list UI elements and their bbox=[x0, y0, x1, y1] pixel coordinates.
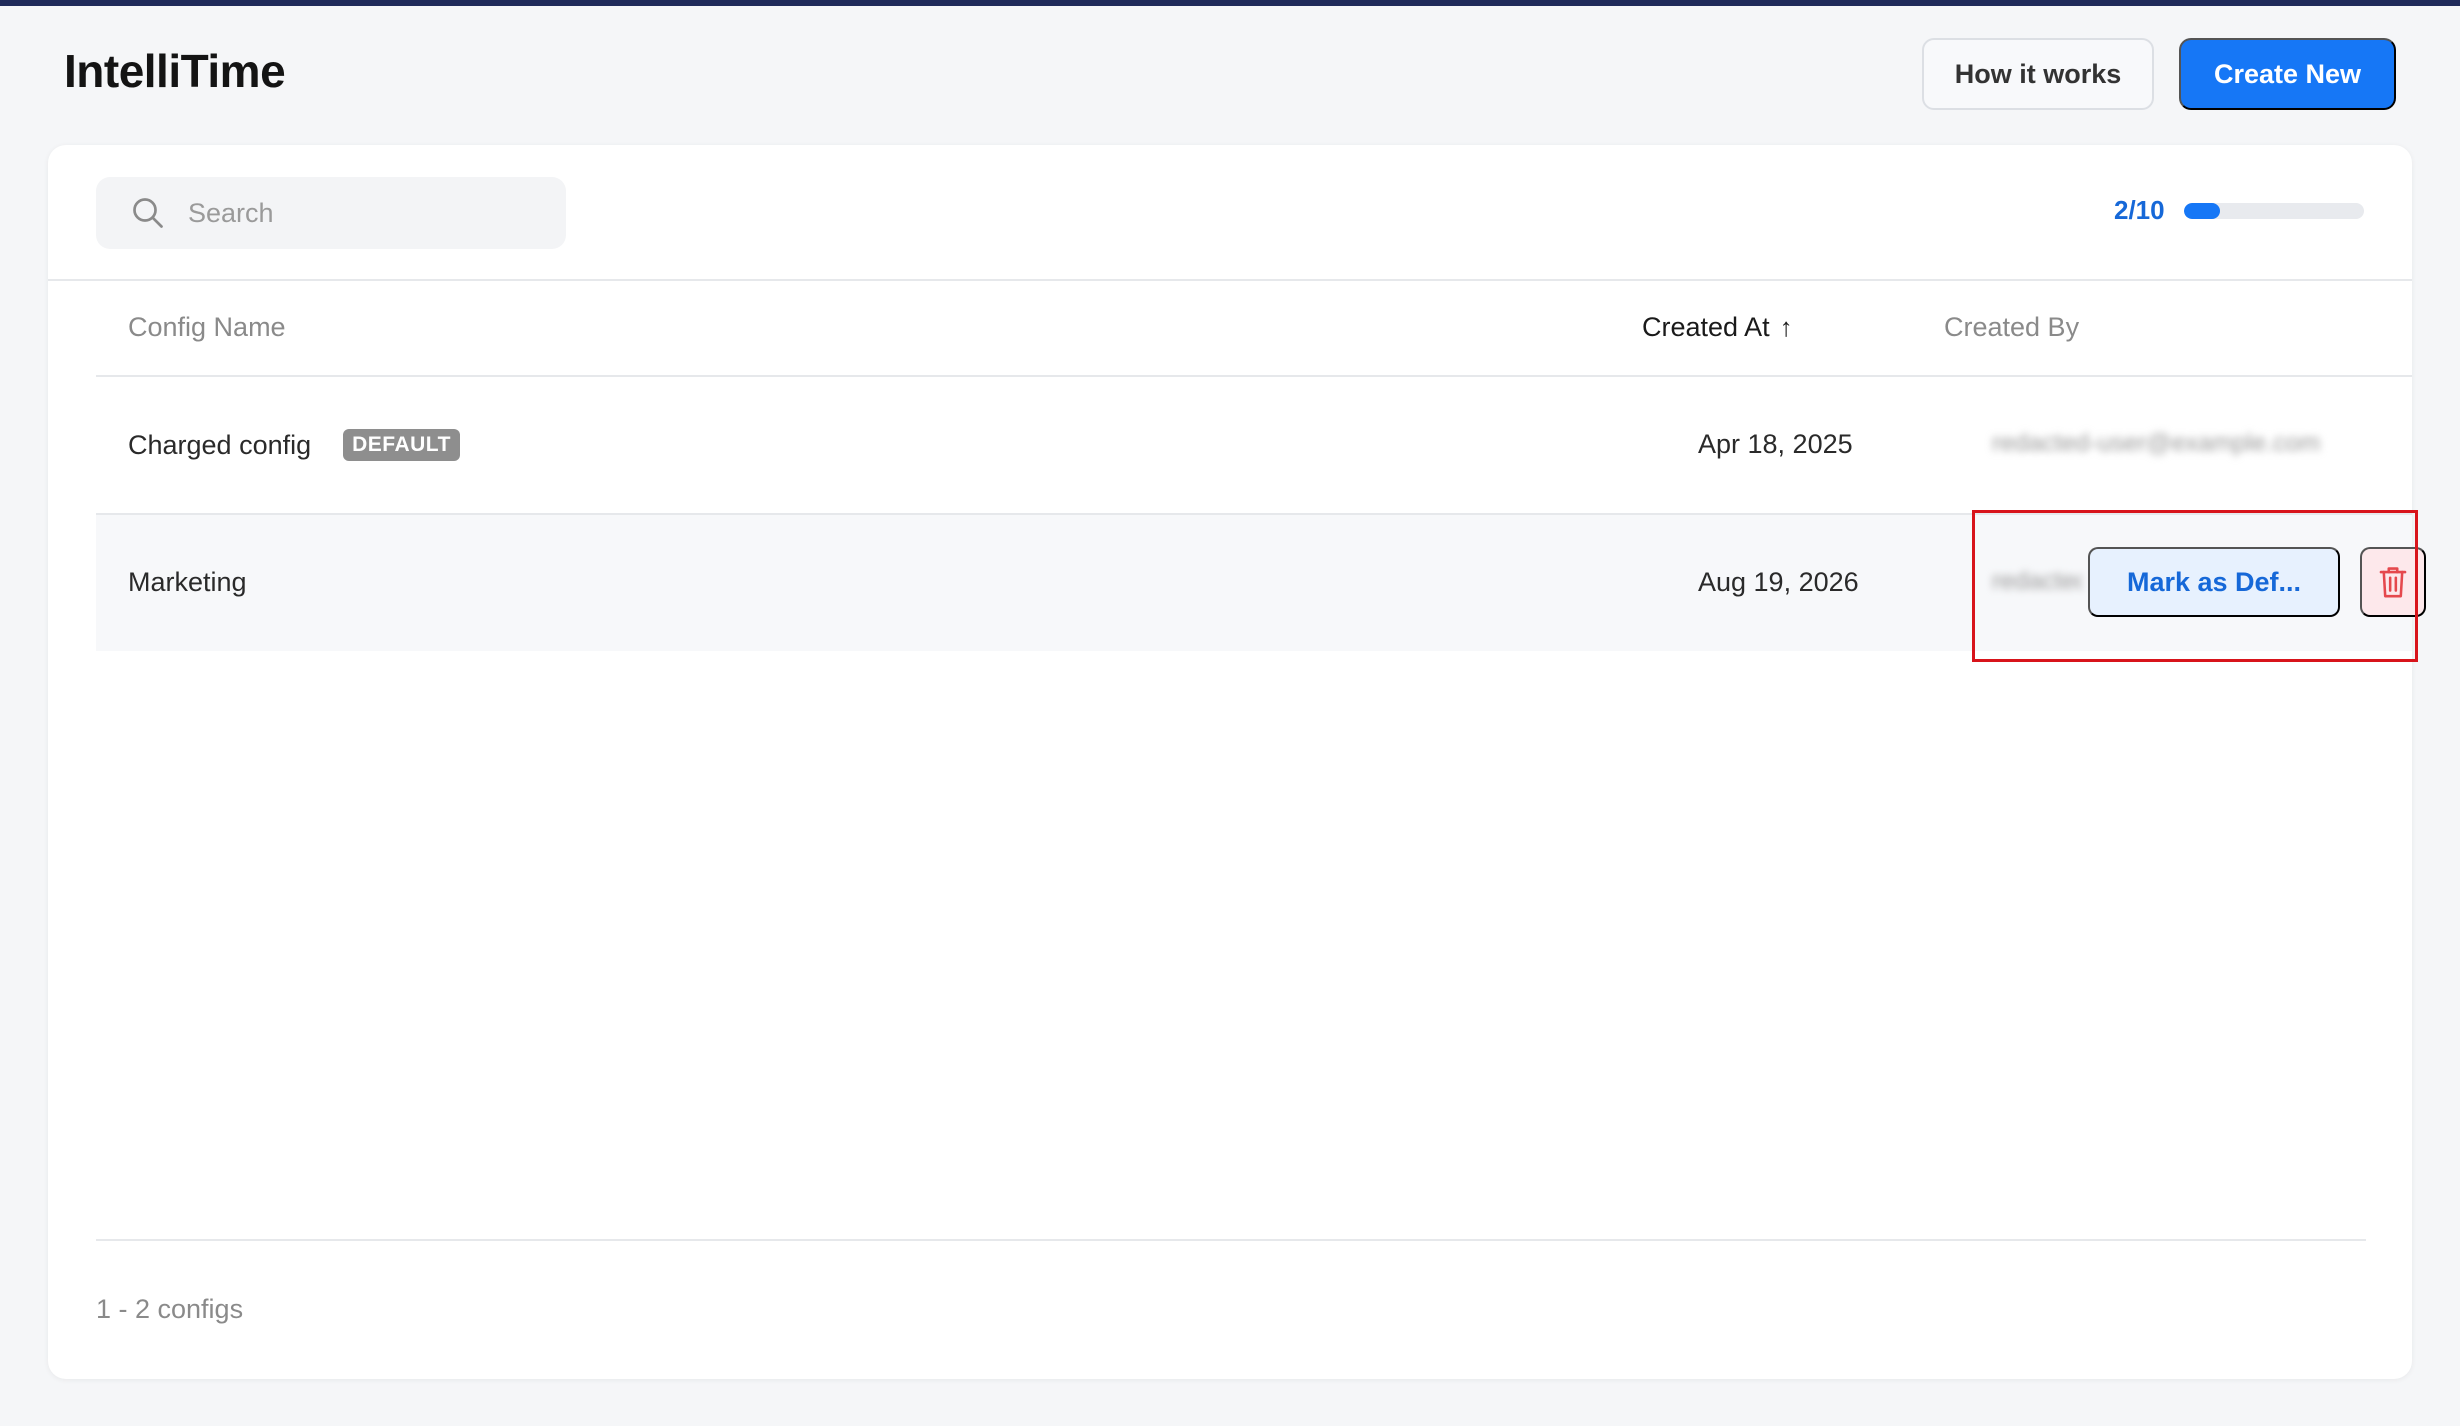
sort-ascending-icon: ↑ bbox=[1779, 312, 1793, 342]
table-row[interactable]: Charged config DEFAULT Apr 18, 2025 reda… bbox=[96, 377, 2412, 513]
divider bbox=[48, 279, 2412, 281]
created-at-cell: Apr 18, 2025 bbox=[1698, 429, 1853, 459]
search-box[interactable] bbox=[96, 177, 566, 249]
mark-as-default-button[interactable]: Mark as Def... bbox=[2088, 547, 2340, 617]
created-by-cell: redacted bbox=[1992, 567, 2082, 595]
config-name-cell: Charged config DEFAULT bbox=[128, 429, 460, 461]
created-by-cell: redacted-user@example.com bbox=[1992, 429, 2321, 457]
delete-button[interactable] bbox=[2360, 547, 2426, 617]
config-name: Charged config bbox=[128, 429, 312, 460]
search-input[interactable] bbox=[188, 197, 548, 229]
usage-progress-bar bbox=[2184, 203, 2364, 219]
configs-card: 2/10 Config Name Created At↑ Created By … bbox=[48, 145, 2426, 1379]
created-at-cell: Aug 19, 2026 bbox=[1698, 567, 1859, 597]
table-row[interactable]: Marketing Aug 19, 2026 redacted Mark as … bbox=[96, 515, 2426, 651]
default-badge: DEFAULT bbox=[343, 429, 460, 461]
column-header-config-name[interactable]: Config Name bbox=[128, 312, 286, 343]
how-it-works-button[interactable]: How it works bbox=[1922, 38, 2154, 110]
column-header-created-by[interactable]: Created By bbox=[1944, 312, 2079, 343]
usage-count: 2/10 bbox=[2114, 195, 2165, 225]
create-new-button[interactable]: Create New bbox=[2179, 38, 2396, 110]
usage-progress-fill bbox=[2184, 203, 2220, 219]
footer-divider bbox=[96, 1239, 2366, 1241]
column-header-created-at[interactable]: Created At ↑ bbox=[1642, 312, 1793, 343]
config-name: Marketing bbox=[128, 567, 247, 597]
config-name-cell: Marketing bbox=[128, 567, 247, 598]
pagination-count: 1 - 2 configs bbox=[96, 1294, 244, 1324]
top-accent-strip bbox=[0, 0, 2460, 6]
trash-icon bbox=[2379, 567, 2407, 598]
page-title: IntelliTime bbox=[64, 45, 286, 97]
column-header-label: Created At bbox=[1642, 312, 1770, 342]
search-icon bbox=[133, 198, 163, 228]
